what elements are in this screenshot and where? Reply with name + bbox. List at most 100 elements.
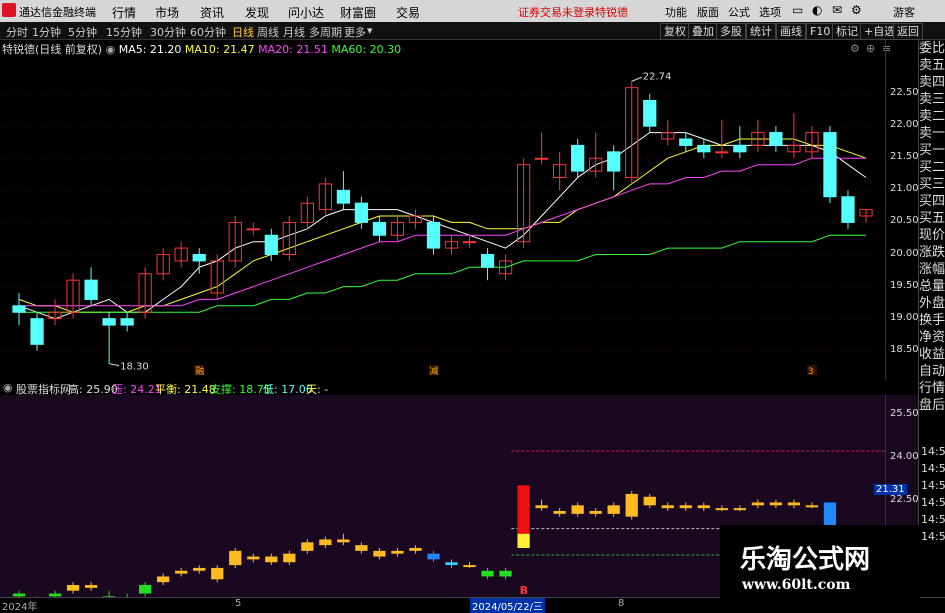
period-tab-weekly[interactable]: 周线 [257, 24, 279, 40]
sidebar-item[interactable]: 卖四 [919, 74, 945, 91]
stats-button[interactable]: 统计 [746, 23, 776, 40]
minimize-icon[interactable]: ▭ [792, 3, 803, 17]
price-tick-label: 20.00 [890, 247, 919, 259]
period-tab-daily[interactable]: 日线 [232, 24, 254, 40]
menu-item-layout[interactable]: 版面 [697, 4, 719, 20]
candle-body [336, 189, 351, 204]
sidebar-item[interactable]: 卖五 [919, 57, 945, 74]
sidebar-item[interactable]: 现价 [919, 227, 945, 244]
ma-line-ma5 [18, 132, 867, 320]
indicator-bar-body [697, 505, 710, 509]
sidebar-item[interactable]: 净资 [919, 329, 945, 346]
sidebar-item[interactable]: 涨幅 [919, 261, 945, 278]
sidebar-item[interactable]: 换手 [919, 312, 945, 329]
menu-item-discover[interactable]: 发现 [245, 4, 269, 21]
sidebar-item[interactable]: 买三 [919, 176, 945, 193]
period-tab-more[interactable]: 更多 [344, 24, 366, 40]
sidebar-item[interactable]: 总量 [919, 278, 945, 295]
multi-stock-button[interactable]: 多股 [716, 23, 746, 40]
indicator-bar-body [553, 511, 566, 514]
indicator-bar [337, 533, 350, 546]
mark-button[interactable]: 标记 [832, 23, 862, 40]
message-icon[interactable]: ✉ [832, 3, 842, 17]
candle [210, 254, 224, 300]
menu-item-options[interactable]: 选项 [759, 4, 781, 20]
indicator-bar-body [715, 508, 728, 511]
sidebar-item[interactable]: 涨跌 [919, 244, 945, 261]
candle [444, 235, 459, 255]
skin-icon[interactable]: ◐ [812, 3, 822, 17]
indicator-bar-body [769, 502, 783, 506]
sidebar-time: 14:50 [921, 496, 945, 509]
candle [120, 312, 134, 332]
indicator-bar [571, 502, 584, 517]
indicator-bar [499, 567, 512, 580]
indicator-bar [66, 582, 80, 594]
sidebar-item[interactable]: 外盘 [919, 295, 945, 312]
candle [66, 273, 80, 319]
period-tab-multi[interactable]: 多周期 [309, 24, 342, 40]
menu-item-wealth-circle[interactable]: 财富圈 [340, 4, 376, 21]
menu-item-assistant[interactable]: 问小达 [288, 4, 324, 21]
menu-bar: 通达信金融终端 行情 市场 资讯 发现 问小达 财富圈 交易 证券交易未登录 特… [0, 0, 945, 23]
candle [625, 81, 639, 184]
period-tab-monthly[interactable]: 月线 [283, 24, 305, 40]
sidebar-times: 14:50 14:50 14:50 14:50 14:50 14:50 [921, 443, 945, 545]
menu-item-formula[interactable]: 公式 [728, 4, 750, 20]
candle [102, 312, 116, 364]
sidebar-item[interactable]: 委比 [919, 40, 945, 57]
sidebar-item[interactable]: 盘后 [919, 397, 945, 414]
candle-body [462, 241, 477, 244]
indicator-bar [589, 508, 602, 517]
period-tab-timeshare[interactable]: 分时 [6, 24, 28, 40]
sidebar-item[interactable]: 买四 [919, 193, 945, 210]
candle-body [426, 221, 441, 249]
period-tab-30min[interactable]: 30分钟 [150, 24, 186, 40]
indicator-toggle-icon[interactable]: ◉ [3, 381, 13, 394]
guest-login[interactable]: 游客 [893, 4, 915, 20]
indicator-bar-body [805, 505, 819, 508]
indicator-bar-body [84, 585, 98, 588]
menu-item-trade[interactable]: 交易 [396, 4, 420, 21]
settings-icon[interactable]: ⚙ [851, 3, 862, 17]
back-button[interactable]: 返回 [893, 23, 923, 40]
overlay-button[interactable]: 叠加 [688, 23, 718, 40]
login-notice[interactable]: 证券交易未登录 [518, 4, 595, 20]
price-tick-label: 18.50 [890, 343, 919, 355]
period-tab-60min[interactable]: 60分钟 [190, 24, 226, 40]
sidebar-item[interactable]: 卖三 [919, 91, 945, 108]
sidebar-item[interactable]: 行情 [919, 380, 945, 397]
menu-item-news[interactable]: 资讯 [200, 4, 224, 21]
indicator-info: ◉ 股票指标网 高: 25.90 压: 24.21 平衡: 21.48 支撑: … [0, 380, 918, 396]
period-tab-15min[interactable]: 15分钟 [106, 24, 142, 40]
candle [589, 132, 603, 178]
draw-line-button[interactable]: 画线 [776, 23, 806, 40]
candle [715, 119, 729, 159]
candle [823, 126, 837, 204]
quote-sidebar: 委比 卖五 卖四 卖三 卖二 卖一 买一 买二 买三 买四 买五 现价 涨跌 涨幅 总量 外盘 换手 净资 收益 自动… [918, 40, 945, 609]
sidebar-item[interactable]: 自动 [919, 363, 945, 380]
period-tab-1min[interactable]: 1分钟 [32, 24, 61, 40]
period-tab-5min[interactable]: 5分钟 [68, 24, 97, 40]
event-marker-label: 减 [429, 365, 438, 377]
sidebar-item[interactable]: 卖一 [919, 125, 945, 142]
menu-item-functions[interactable]: 功能 [665, 4, 687, 20]
sidebar-item[interactable]: 买一 [919, 142, 945, 159]
candle-body [534, 157, 549, 160]
candlestick-chart[interactable]: 22.74 18.30 融 减 3 [0, 40, 918, 380]
sidebar-item[interactable]: 卖二 [919, 108, 945, 125]
f10-button[interactable]: F10 [806, 23, 835, 40]
menu-item-market[interactable]: 市场 [155, 4, 179, 21]
more-dropdown-icon[interactable]: ▾ [367, 24, 373, 37]
sidebar-item[interactable]: 买五 [919, 210, 945, 227]
candle-body [733, 144, 747, 153]
sidebar-item[interactable]: 收益 [919, 346, 945, 363]
menu-item-quotes[interactable]: 行情 [112, 4, 136, 21]
adjust-button[interactable]: 复权 [660, 23, 690, 40]
candle-body [30, 318, 44, 345]
sidebar-item[interactable]: 买二 [919, 159, 945, 176]
candle [805, 126, 819, 159]
candle-body [823, 132, 837, 198]
candle [733, 126, 747, 159]
indicator-bar [247, 553, 260, 563]
